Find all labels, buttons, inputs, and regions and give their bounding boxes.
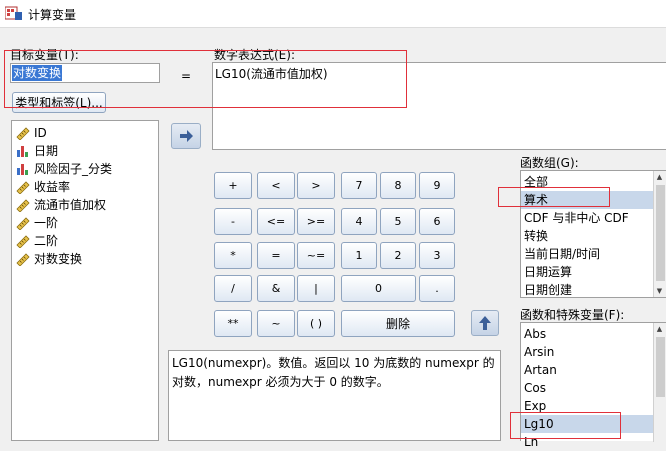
key-6[interactable]: 6 <box>419 208 455 235</box>
scroll-up-icon[interactable]: ▲ <box>654 171 665 183</box>
bar-chart-icon <box>17 164 28 175</box>
function-list-item[interactable]: Lg10 <box>521 415 653 433</box>
function-group-item[interactable]: 算术 <box>521 191 653 209</box>
function-group-list[interactable]: 全部 算术 CDF 与非中心 CDF 转换 当前日期/时间 日期运算 日期创建 ▲ ▼ <box>520 170 666 298</box>
function-group-item[interactable]: 转换 <box>521 227 653 245</box>
scroll-thumb[interactable] <box>656 337 665 397</box>
function-list-item[interactable]: Exp <box>521 397 653 415</box>
key-plus[interactable]: + <box>214 172 252 199</box>
variable-list-item[interactable]: 收益率 <box>12 178 158 196</box>
key-7[interactable]: 7 <box>341 172 377 199</box>
bar-chart-icon <box>17 146 28 157</box>
key-equals[interactable]: = <box>257 242 295 269</box>
insert-function-button[interactable] <box>471 310 499 336</box>
key-4[interactable]: 4 <box>341 208 377 235</box>
ruler-icon <box>16 253 30 266</box>
function-group-label: 函数组(G): <box>520 156 579 170</box>
key-less-than[interactable]: < <box>257 172 295 199</box>
key-5[interactable]: 5 <box>380 208 416 235</box>
ruler-icon <box>16 181 30 194</box>
variable-name: 风险因子_分类 <box>34 162 113 176</box>
key-divide[interactable]: / <box>214 275 252 302</box>
function-list-item[interactable]: Ln <box>521 433 653 451</box>
variable-list-item[interactable]: 风险因子_分类 <box>12 160 158 178</box>
numeric-expression-label: 数字表达式(E): <box>214 48 295 62</box>
key-0[interactable]: 0 <box>341 275 416 302</box>
move-variable-button[interactable] <box>171 123 201 149</box>
function-list-item[interactable]: Arsin <box>521 343 653 361</box>
spss-app-icon <box>5 6 22 20</box>
window-title: 计算变量 <box>28 8 77 22</box>
variable-list-item[interactable]: ID <box>12 124 158 142</box>
key-minus[interactable]: - <box>214 208 252 235</box>
function-list-item[interactable]: Abs <box>521 325 653 343</box>
key-multiply[interactable]: * <box>214 242 252 269</box>
key-or[interactable]: | <box>297 275 335 302</box>
scroll-up-icon[interactable]: ▲ <box>654 323 665 335</box>
variable-name: 一阶 <box>34 216 59 230</box>
variable-name: 日期 <box>34 144 59 158</box>
function-group-scrollbar[interactable]: ▲ ▼ <box>653 171 666 297</box>
variable-list-item[interactable]: 二阶 <box>12 232 158 250</box>
title-bar: 计算变量 <box>0 0 666 28</box>
right-arrow-icon <box>180 130 193 142</box>
variable-name: ID <box>34 126 47 140</box>
variable-list[interactable]: ID 日期风险因子_分类 收益率流通市值加权 一阶二阶对数变换 <box>11 120 159 441</box>
key-9[interactable]: 9 <box>419 172 455 199</box>
key-3[interactable]: 3 <box>419 242 455 269</box>
variable-list-item[interactable]: 对数变换 <box>12 250 158 268</box>
key-2[interactable]: 2 <box>380 242 416 269</box>
variable-name: 收益率 <box>34 180 71 194</box>
key-parentheses[interactable]: ( ) <box>297 310 335 337</box>
function-group-item[interactable]: 当前日期/时间 <box>521 245 653 263</box>
target-variable-value: 对数变换 <box>12 65 63 81</box>
target-variable-label: 目标变量(T): <box>10 48 79 62</box>
function-group-item[interactable]: 日期创建 <box>521 281 653 299</box>
function-group-item[interactable]: 全部 <box>521 173 653 191</box>
key-power[interactable]: ** <box>214 310 252 337</box>
function-list-item[interactable]: Cos <box>521 379 653 397</box>
scroll-thumb[interactable] <box>656 185 665 281</box>
variable-name: 流通市值加权 <box>34 198 107 212</box>
key-greater-than[interactable]: > <box>297 172 335 199</box>
key-greater-equal[interactable]: >= <box>297 208 335 235</box>
ruler-icon <box>16 127 30 140</box>
target-variable-input[interactable]: 对数变换 <box>10 63 160 83</box>
key-less-equal[interactable]: <= <box>257 208 295 235</box>
variable-name: 对数变换 <box>34 252 83 266</box>
equals-sign: = <box>181 69 192 83</box>
key-1[interactable]: 1 <box>341 242 377 269</box>
key-not-equal[interactable]: ~= <box>297 242 335 269</box>
function-group-item[interactable]: 日期运算 <box>521 263 653 281</box>
function-list-item[interactable]: Artan <box>521 361 653 379</box>
scroll-down-icon[interactable]: ▼ <box>654 285 665 297</box>
key-and[interactable]: & <box>257 275 295 302</box>
function-list-label: 函数和特殊变量(F): <box>520 308 625 322</box>
key-delete[interactable]: 删除 <box>341 310 455 337</box>
function-description-text: LG10(numexpr)。数值。返回以 10 为底数的 numexpr 的对数… <box>172 356 495 389</box>
numeric-expression-text: LG10(流通市值加权) <box>215 67 328 81</box>
variable-list-item[interactable]: 流通市值加权 <box>12 196 158 214</box>
type-label-button[interactable]: 类型和标签(L)... <box>12 92 106 113</box>
up-arrow-icon <box>479 316 491 330</box>
function-list[interactable]: Abs Arsin Artan Cos Exp Lg10 Ln ▲ <box>520 322 666 449</box>
key-8[interactable]: 8 <box>380 172 416 199</box>
ruler-icon <box>16 235 30 248</box>
ruler-icon <box>16 217 30 230</box>
function-group-item[interactable]: CDF 与非中心 CDF <box>521 209 653 227</box>
function-list-scrollbar[interactable]: ▲ <box>653 323 666 442</box>
variable-name: 二阶 <box>34 234 59 248</box>
variable-list-item[interactable]: 一阶 <box>12 214 158 232</box>
ruler-icon <box>16 199 30 212</box>
key-not[interactable]: ~ <box>257 310 295 337</box>
key-decimal[interactable]: . <box>419 275 455 302</box>
numeric-expression-textarea[interactable]: LG10(流通市值加权) <box>212 62 666 150</box>
function-description: LG10(numexpr)。数值。返回以 10 为底数的 numexpr 的对数… <box>168 350 501 441</box>
variable-list-item[interactable]: 日期 <box>12 142 158 160</box>
